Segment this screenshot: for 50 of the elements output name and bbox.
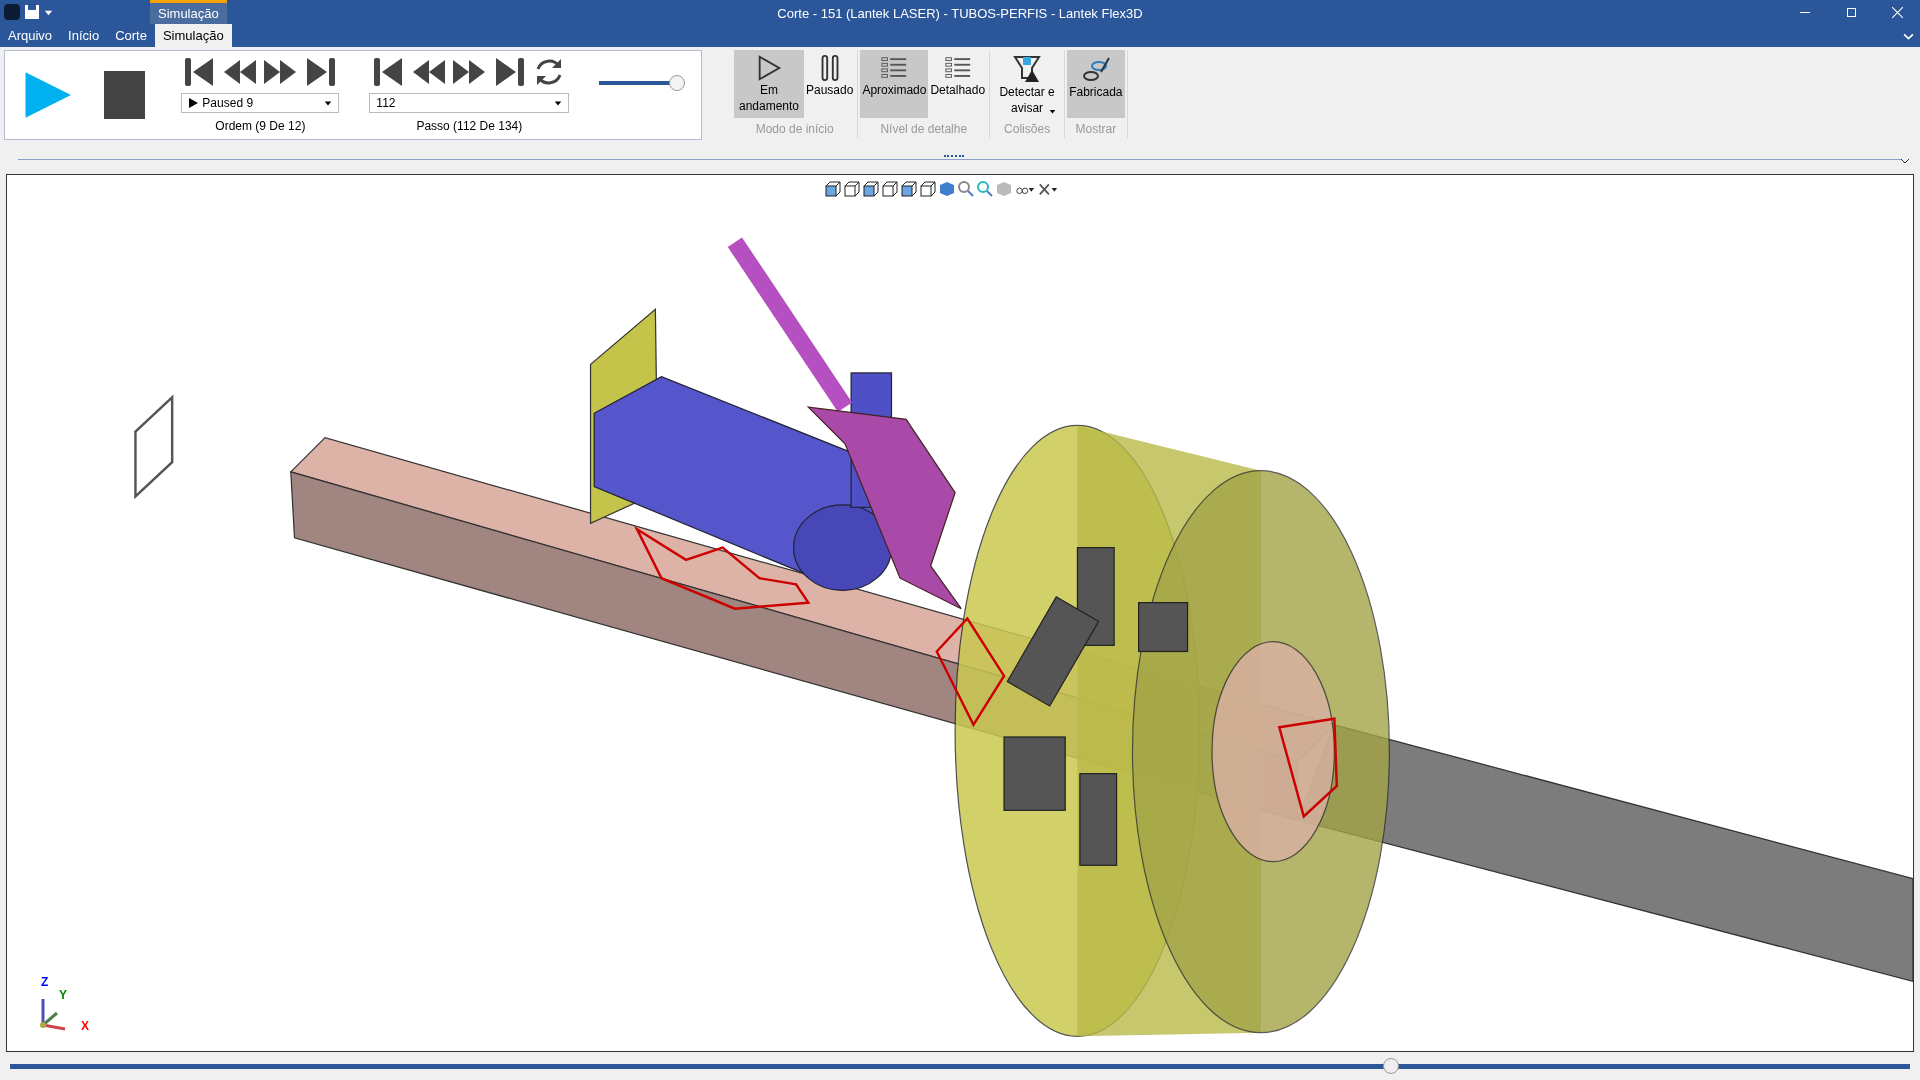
cube-view-icon[interactable] [920, 181, 936, 197]
order-value: Paused 9 [202, 95, 254, 112]
stop-button[interactable] [103, 71, 146, 119]
zoom-window-icon[interactable] [977, 181, 993, 197]
x-axis-label: X [81, 1018, 89, 1035]
ribbon-tab[interactable]: Início [60, 24, 108, 47]
close-icon [1891, 6, 1903, 18]
ribbon-group-label: Modo de início [755, 121, 834, 138]
ribbon-button[interactable]: Fabricada [1067, 50, 1125, 118]
cube-view-icon[interactable] [882, 181, 898, 197]
y-axis-label: Y [59, 987, 67, 1004]
play-icon [188, 98, 199, 108]
ribbon-tab[interactable]: Corte [107, 24, 155, 47]
dropdown-caret-icon [324, 99, 333, 107]
cube-view-icon[interactable] [901, 181, 917, 197]
splitter-grip[interactable] [944, 155, 964, 158]
window-title: Corte - 151 (Lantek LASER) - TUBOS-PERFIS - Lantek Flex3D [777, 5, 1143, 23]
expand-icon[interactable] [1900, 156, 1910, 166]
ribbon-button[interactable]: Aproximado [860, 50, 929, 118]
ribbon-button[interactable]: Detalhado [928, 50, 988, 118]
slider-thumb[interactable] [669, 75, 686, 91]
app-logo-icon [4, 4, 20, 20]
ribbon-tab[interactable]: Simulação [154, 24, 232, 47]
cube-icon[interactable] [939, 181, 955, 197]
collision-warning-icon [1012, 54, 1043, 84]
ribbon-tab[interactable]: Arquivo [0, 24, 61, 47]
cube-view-icon[interactable] [863, 181, 879, 197]
cube-view-icon[interactable] [825, 181, 841, 197]
timeline-slider[interactable] [10, 1058, 1910, 1074]
timeline-thumb[interactable] [1383, 1058, 1400, 1074]
dropdown-caret-icon [554, 99, 563, 107]
3d-viewport[interactable]: Z Y X [6, 174, 1914, 1052]
step-dropdown[interactable]: 112 [369, 93, 570, 113]
ribbon-button[interactable]: Em andamento [734, 50, 804, 118]
ribbon-group-label: Colisões [1004, 121, 1051, 138]
collapse-ribbon-icon[interactable] [1903, 31, 1914, 42]
step-caption: Passo (112 De 134) [416, 118, 523, 135]
zoom-icon[interactable] [958, 181, 974, 197]
order-caption: Ordem (9 De 12) [215, 118, 306, 135]
context-tab-header: Simulação [150, 0, 227, 24]
cube-view-icon[interactable] [844, 181, 860, 197]
ribbon-button[interactable]: Detectar e avisar [992, 50, 1063, 118]
z-axis-label: Z [41, 974, 49, 991]
order-dropdown[interactable]: Paused 9 [181, 93, 340, 113]
ribbon-group-label: Nível de detalhe [880, 121, 968, 138]
save-icon[interactable] [24, 4, 40, 20]
step-value: 112 [376, 95, 396, 112]
speed-slider[interactable] [599, 75, 683, 91]
ribbon-group-label: Mostrar [1075, 121, 1117, 138]
ribbon-button[interactable]: Pausado [804, 50, 856, 118]
